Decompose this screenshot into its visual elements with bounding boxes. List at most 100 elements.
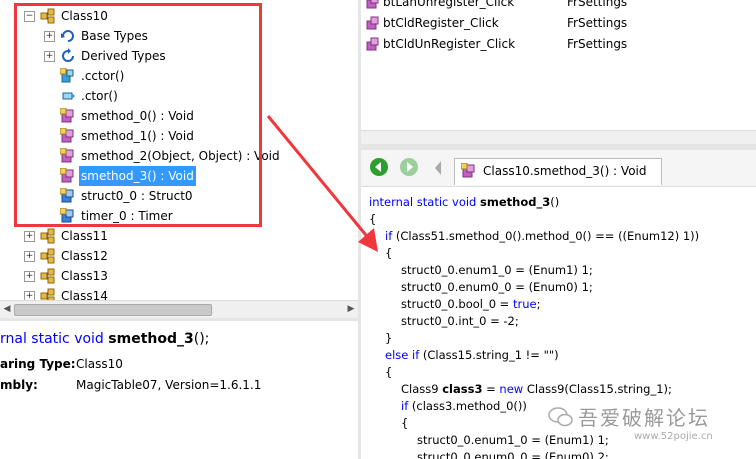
member-owner: FrSettings xyxy=(567,0,628,9)
signature-keywords: rnal static void xyxy=(0,331,104,347)
code-line: struct0_0.int_0 = -2; xyxy=(401,313,519,330)
code-text: struct0_0.int_0 = -2; xyxy=(401,314,519,328)
tree-node-label[interactable]: smethod_3() : Void xyxy=(79,166,196,186)
tree-node-label[interactable]: .cctor() xyxy=(79,66,126,86)
code-text: (Class15.string_1 != "") xyxy=(422,348,559,362)
tree-node[interactable]: + Derived Types xyxy=(0,46,358,66)
code-identifier[interactable]: smethod_3 xyxy=(480,195,550,209)
tree-horizontal-scrollbar[interactable]: ◀ ▶ xyxy=(0,300,358,318)
code-line: struct0_0.enum0_0 = (Enum0) 2; xyxy=(417,449,609,459)
code-line: { xyxy=(401,415,408,432)
code-line: if (class3.method_0()) xyxy=(401,398,527,415)
static-method-icon xyxy=(59,127,76,144)
code-identifier[interactable]: class3 xyxy=(442,382,482,396)
code-line: { xyxy=(385,364,392,381)
signature-tail: (); xyxy=(193,331,210,347)
tree-node-label[interactable]: struct0_0 : Struct0 xyxy=(79,186,195,206)
member-row[interactable]: btCldUnRegister_Click FrSettings xyxy=(361,34,756,55)
field-icon xyxy=(59,187,76,204)
member-name: btCldRegister_Click xyxy=(383,16,499,30)
code-text: { xyxy=(401,416,409,430)
member-signature: rnal static void smethod_3(); xyxy=(0,331,209,347)
collapse-icon[interactable]: − xyxy=(24,11,35,22)
scrollbar-thumb[interactable] xyxy=(14,304,212,316)
field-icon xyxy=(59,207,76,224)
navigation-toolbar: Class10.smethod_3() : Void xyxy=(361,150,756,187)
tree-node-label[interactable]: smethod_0() : Void xyxy=(79,106,196,126)
code-line: struct0_0.enum1_0 = (Enum1) 1; xyxy=(417,432,609,449)
tree-node-label[interactable]: Class12 xyxy=(59,246,110,266)
tab-scroll-left-icon[interactable] xyxy=(433,160,443,179)
code-line: internal static void smethod_3() xyxy=(369,194,559,211)
code-keyword: if xyxy=(401,399,412,413)
tree-node-label[interactable]: .ctor() xyxy=(79,86,120,106)
member-owner: FrSettings xyxy=(567,37,628,51)
tree-node-label[interactable]: Class10 xyxy=(59,6,110,26)
member-row[interactable]: btLanUnregister_Click FrSettings xyxy=(361,0,756,13)
members-list[interactable]: btLanUnregister_Click FrSettings btCldRegi… xyxy=(361,0,756,130)
assembly-value[interactable]: MagicTable07, Version=1.6.1.1 xyxy=(76,376,261,394)
ctor-icon xyxy=(60,88,76,104)
code-view[interactable]: internal static void smethod_3() { if (Cla… xyxy=(361,187,756,459)
code-line: struct0_0.enum1_0 = (Enum1) 1; xyxy=(401,262,593,279)
code-line: struct0_0.bool_0 = true; xyxy=(401,296,540,313)
base-types-icon xyxy=(60,28,76,44)
code-line: else if (Class15.string_1 != "") xyxy=(385,347,559,364)
class-icon xyxy=(40,8,56,24)
code-text: Class9 xyxy=(401,382,443,396)
tree-node[interactable]: + Class13 xyxy=(0,266,358,286)
class-icon xyxy=(40,248,56,264)
signature-name: smethod_3 xyxy=(108,331,194,347)
forward-button[interactable] xyxy=(399,157,419,177)
declaring-type-value[interactable]: Class10 xyxy=(76,355,123,373)
tree-node-label[interactable]: smethod_1() : Void xyxy=(79,126,196,146)
tree-node[interactable]: + Base Types xyxy=(0,26,358,46)
static-method-icon xyxy=(461,163,475,178)
code-text: struct0_0.bool_0 = xyxy=(401,297,513,311)
tree-node-label[interactable]: Derived Types xyxy=(79,46,168,66)
event-handler-icon xyxy=(365,36,381,59)
tree-node-label[interactable]: Base Types xyxy=(79,26,150,46)
code-text: (Class51.smethod_0().method_0() == ((Enu… xyxy=(395,229,700,243)
expand-icon[interactable]: + xyxy=(24,251,35,262)
static-method-icon xyxy=(59,147,76,164)
code-keyword: true xyxy=(512,297,537,311)
members-scrollbar[interactable] xyxy=(361,130,756,145)
assembly-row: mbly: MagicTable07, Version=1.6.1.1 xyxy=(0,376,358,394)
annotation-arrow xyxy=(266,115,378,252)
tab-class10-smethod-3[interactable]: Class10.smethod_3() : Void xyxy=(454,158,662,185)
tree-node-label[interactable]: timer_0 : Timer xyxy=(79,206,175,226)
code-line: if (Class51.smethod_0().method_0() == ((… xyxy=(385,228,699,245)
tree-node[interactable]: − Class10 xyxy=(0,6,358,26)
declaring-type-label: aring Type: xyxy=(0,357,76,371)
code-text: struct0_0.enum1_0 = (Enum1) 1; xyxy=(401,263,593,277)
scroll-right-icon[interactable]: ▶ xyxy=(346,304,356,315)
tree-node-label[interactable]: Class13 xyxy=(59,266,110,286)
expand-icon[interactable]: + xyxy=(44,51,55,62)
forward-arrow-icon xyxy=(400,158,418,176)
declaring-type-row: aring Type: Class10 xyxy=(0,355,358,373)
code-keyword: new xyxy=(499,382,527,396)
static-method-icon xyxy=(59,107,76,124)
tree-node[interactable]: .cctor() xyxy=(0,66,358,86)
code-text: } xyxy=(385,331,393,345)
static-method-icon xyxy=(59,167,76,184)
tree-node-label[interactable]: Class11 xyxy=(59,226,110,246)
code-text: struct0_0.enum1_0 = (Enum1) 1; xyxy=(417,433,609,447)
member-owner: FrSettings xyxy=(567,16,628,30)
member-row[interactable]: btCldRegister_Click FrSettings xyxy=(361,13,756,34)
assembly-label: mbly: xyxy=(0,378,38,392)
static-ctor-icon xyxy=(59,67,76,84)
tree-node[interactable]: .ctor() xyxy=(0,86,358,106)
expand-icon[interactable]: + xyxy=(24,231,35,242)
member-info-pane: rnal static void smethod_3(); aring Type… xyxy=(0,321,358,459)
code-line: struct0_0.enum0_0 = (Enum0) 1; xyxy=(401,279,593,296)
tree-node-label[interactable]: smethod_2(Object, Object) : Void xyxy=(79,146,282,166)
code-text: { xyxy=(385,365,393,379)
expand-icon[interactable]: + xyxy=(44,31,55,42)
derived-types-icon xyxy=(60,48,76,64)
tab-label: Class10.smethod_3() : Void xyxy=(483,164,647,178)
scroll-left-icon[interactable]: ◀ xyxy=(2,304,12,315)
expand-icon[interactable]: + xyxy=(24,271,35,282)
code-keyword: else if xyxy=(385,348,423,362)
